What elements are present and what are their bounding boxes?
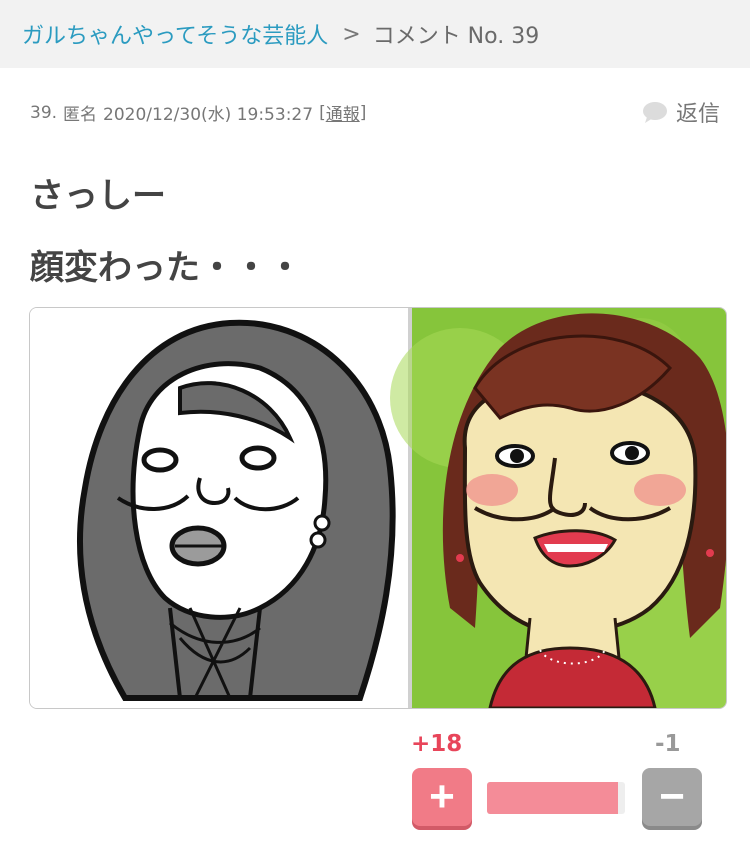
caricature-illustrations bbox=[30, 308, 726, 708]
comment-body: さっしー 顔変わった・・・ bbox=[30, 160, 302, 304]
minus-vote-button[interactable]: − bbox=[642, 768, 702, 826]
comment-author: 匿名 bbox=[63, 105, 98, 125]
speech-bubble-icon bbox=[642, 102, 667, 123]
report-link[interactable]: 通報 bbox=[326, 100, 360, 125]
comment-meta: 39. 匿名 2020/12/30(水) 19:53:27 [通報] bbox=[30, 100, 367, 126]
breadcrumb: ガルちゃんやってそうな芸能人 > コメント No. 39 bbox=[0, 0, 750, 68]
comment-number: 39. bbox=[30, 102, 58, 123]
breadcrumb-separator: > bbox=[342, 21, 361, 47]
minus-score: -1 bbox=[655, 731, 681, 757]
report-bracket-close: ] bbox=[359, 102, 367, 123]
breadcrumb-topic-link[interactable]: ガルちゃんやってそうな芸能人 bbox=[22, 18, 328, 50]
plus-score: +18 bbox=[411, 731, 463, 757]
vote-ratio-fill bbox=[487, 782, 618, 814]
comment-image[interactable] bbox=[29, 307, 727, 709]
plus-vote-button[interactable]: + bbox=[412, 768, 472, 826]
vote-ratio-bar bbox=[487, 782, 625, 814]
comment-line-1: さっしー bbox=[30, 176, 166, 216]
comment-timestamp: 2020/12/30(水) 19:53:27 bbox=[103, 105, 314, 125]
reply-button[interactable]: 返信 bbox=[642, 96, 720, 128]
reply-label: 返信 bbox=[675, 102, 720, 127]
breadcrumb-current: コメント No. 39 bbox=[372, 24, 540, 49]
comment-line-2: 顔変わった・・・ bbox=[30, 248, 302, 288]
report-bracket-open: [ bbox=[319, 102, 326, 123]
